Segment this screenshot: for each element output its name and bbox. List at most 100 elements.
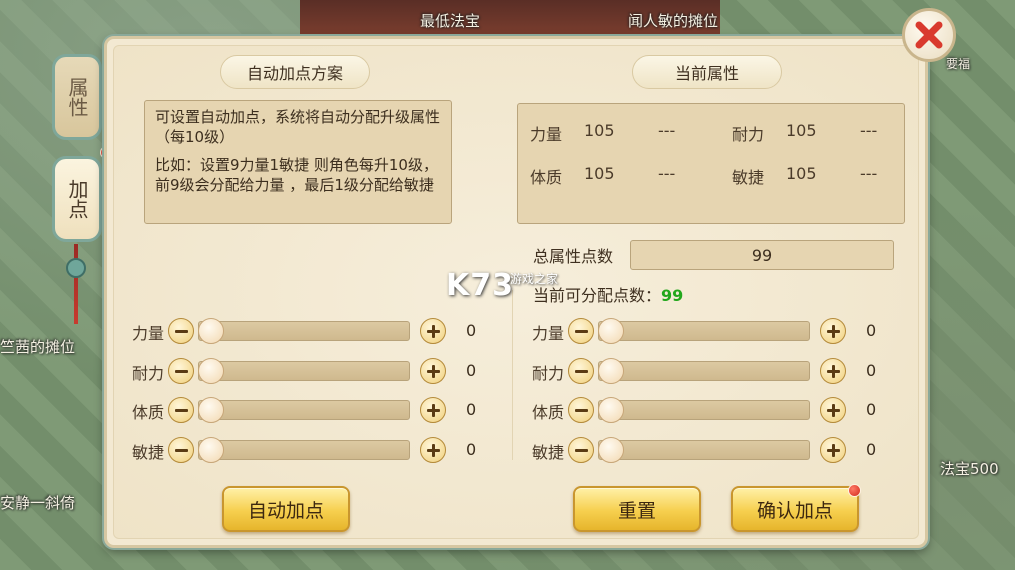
auto-plan-description: 可设置自动加点，系统将自动分配升级属性（每10级） 比如：设置9力量1敏捷 则角…: [144, 100, 452, 224]
attr-delta-endurance: ---: [860, 121, 878, 140]
plus-button[interactable]: [820, 318, 846, 344]
bg-stall-label: 闻人敏的摊位: [628, 12, 719, 30]
confirm-add-points-button[interactable]: 确认加点: [731, 486, 859, 532]
slider-value: 0: [466, 321, 477, 340]
minus-icon: [174, 369, 188, 373]
tab-add-points[interactable]: 加点: [52, 156, 102, 242]
watermark-sub: 游戏之家: [510, 272, 559, 286]
minus-button[interactable]: [568, 358, 594, 384]
slider-handle[interactable]: [198, 358, 224, 384]
tassel-decoration: [74, 244, 78, 324]
close-button[interactable]: [902, 8, 956, 62]
plus-icon-vertical: [831, 443, 835, 457]
slider-label: 耐力: [532, 364, 565, 383]
slider-handle[interactable]: [198, 397, 224, 423]
minus-button[interactable]: [168, 358, 194, 384]
panel-divider: [512, 290, 513, 460]
slider-value: 0: [866, 321, 877, 340]
left-slider-row-constitution: 体质 0: [132, 397, 492, 423]
plus-icon-vertical: [831, 403, 835, 417]
reset-button[interactable]: 重置: [573, 486, 701, 532]
left-slider-row-agility: 敏捷 0: [132, 437, 492, 463]
auto-add-points-button[interactable]: 自动加点: [222, 486, 350, 532]
plus-button[interactable]: [420, 358, 446, 384]
plus-icon-vertical: [831, 364, 835, 378]
slider-track[interactable]: [598, 440, 810, 460]
slider-handle[interactable]: [598, 318, 624, 344]
auto-plan-header: 自动加点方案: [220, 55, 370, 89]
bg-stall-label: 要福: [946, 57, 971, 71]
slider-label: 敏捷: [532, 443, 565, 462]
slider-handle[interactable]: [198, 437, 224, 463]
bg-stall-label: 法宝500: [940, 460, 999, 478]
tab-add-points-label: 加点: [65, 179, 89, 219]
plus-button[interactable]: [420, 397, 446, 423]
minus-button[interactable]: [168, 437, 194, 463]
slider-label: 体质: [132, 403, 165, 422]
minus-button[interactable]: [168, 318, 194, 344]
plus-button[interactable]: [420, 318, 446, 344]
bead-decoration: [66, 258, 86, 278]
slider-track[interactable]: [598, 400, 810, 420]
available-points-label: 当前可分配点数：: [533, 286, 662, 305]
minus-icon: [574, 329, 588, 333]
plus-button[interactable]: [420, 437, 446, 463]
slider-track[interactable]: [198, 440, 410, 460]
tab-attributes[interactable]: 属性: [52, 54, 102, 140]
right-slider-row-constitution: 体质 0: [532, 397, 892, 423]
slider-handle[interactable]: [598, 397, 624, 423]
slider-handle[interactable]: [598, 358, 624, 384]
slider-track[interactable]: [598, 361, 810, 381]
attr-value-agility: 105: [786, 164, 817, 183]
attr-delta-agility: ---: [860, 164, 878, 183]
available-points-value: 99: [661, 286, 684, 305]
slider-track[interactable]: [198, 400, 410, 420]
plus-button[interactable]: [820, 397, 846, 423]
attr-name-constitution: 体质: [530, 168, 563, 187]
slider-track[interactable]: [598, 321, 810, 341]
close-x-icon: [915, 21, 943, 49]
attr-value-strength: 105: [584, 121, 615, 140]
attr-delta-strength: ---: [658, 121, 676, 140]
slider-label: 耐力: [132, 364, 165, 383]
minus-icon: [574, 448, 588, 452]
left-slider-row-strength: 力量 0: [132, 318, 492, 344]
minus-button[interactable]: [568, 397, 594, 423]
tab-attributes-label: 属性: [65, 77, 89, 117]
right-slider-row-strength: 力量 0: [532, 318, 892, 344]
description-example: 比如：设置9力量1敏捷 则角色每升10级，前9级会分配给力量 ，最后1级分配给敏…: [155, 156, 438, 194]
notification-dot: [848, 484, 861, 497]
plus-icon-vertical: [431, 364, 435, 378]
description-line: 可设置自动加点，系统将自动分配升级属性（每10级）: [155, 108, 441, 146]
right-slider-row-endurance: 耐力 0: [532, 358, 892, 384]
plus-button[interactable]: [820, 437, 846, 463]
minus-button[interactable]: [168, 397, 194, 423]
plus-icon-vertical: [431, 324, 435, 338]
slider-value: 0: [466, 400, 477, 419]
slider-label: 力量: [132, 324, 165, 343]
slider-value: 0: [466, 440, 477, 459]
bg-stall-label: 安静一斜倚: [0, 494, 76, 512]
plus-button[interactable]: [820, 358, 846, 384]
slider-handle[interactable]: [198, 318, 224, 344]
minus-icon: [574, 408, 588, 412]
slider-label: 敏捷: [132, 443, 165, 462]
watermark-logo: K73: [446, 268, 514, 303]
slider-track[interactable]: [198, 321, 410, 341]
slider-handle[interactable]: [598, 437, 624, 463]
left-slider-row-endurance: 耐力 0: [132, 358, 492, 384]
attr-value-endurance: 105: [786, 121, 817, 140]
total-points-value: 99: [630, 240, 894, 270]
slider-label: 力量: [532, 324, 565, 343]
attr-name-agility: 敏捷: [732, 168, 765, 187]
slider-value: 0: [866, 361, 877, 380]
plus-icon-vertical: [431, 403, 435, 417]
minus-button[interactable]: [568, 437, 594, 463]
slider-label: 体质: [532, 403, 565, 422]
right-slider-row-agility: 敏捷 0: [532, 437, 892, 463]
total-points-label: 总属性点数: [533, 247, 614, 266]
plus-icon-vertical: [831, 324, 835, 338]
slider-track[interactable]: [198, 361, 410, 381]
slider-value: 0: [466, 361, 477, 380]
minus-button[interactable]: [568, 318, 594, 344]
